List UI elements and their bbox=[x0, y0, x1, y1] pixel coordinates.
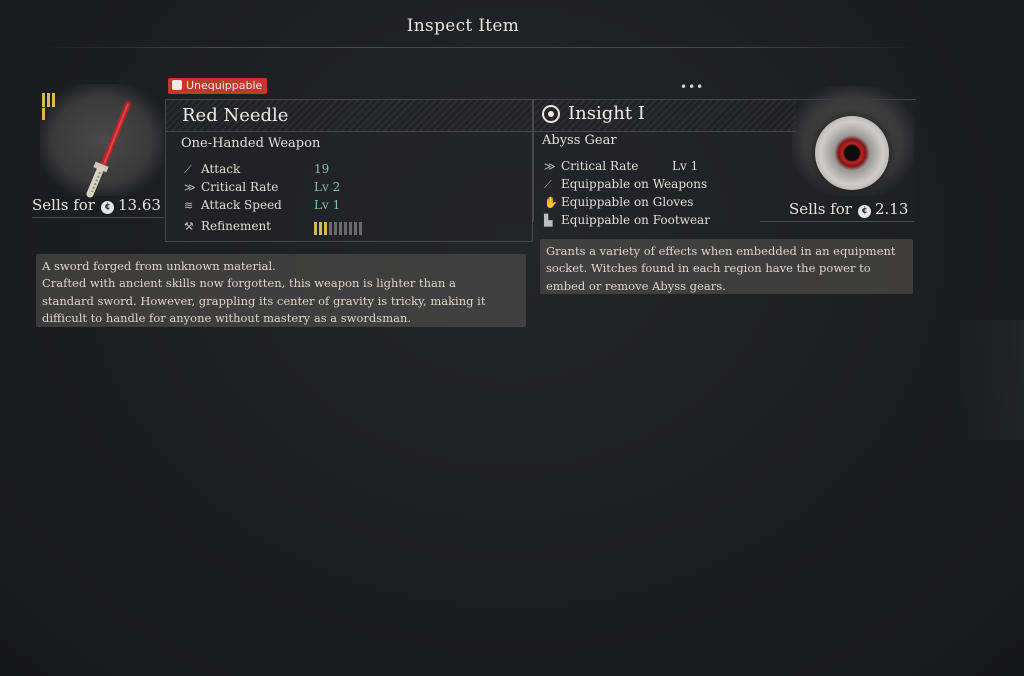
badge-label: Unequippable bbox=[186, 79, 263, 92]
refinement-segment bbox=[324, 222, 327, 235]
sells-value: 13.63 bbox=[117, 196, 161, 214]
sells-value: 2.13 bbox=[874, 200, 909, 218]
description-line: Grants a variety of effects when embedde… bbox=[546, 244, 896, 258]
gloves-icon: ✋ bbox=[544, 196, 558, 209]
red-needle-description: A sword forged from unknown material. Cr… bbox=[36, 254, 526, 327]
panel-header: Red Needle bbox=[166, 100, 532, 132]
stat-footwear: ▙ Equippable on Footwear bbox=[544, 212, 710, 228]
item-type: One-Handed Weapon bbox=[181, 136, 321, 151]
description-line: embed or remove Abyss gears. bbox=[546, 278, 726, 293]
description-line: standard sword. However, grappling its c… bbox=[42, 293, 486, 308]
refinement-segment bbox=[334, 222, 337, 235]
stat-value: Lv 1 bbox=[672, 159, 699, 173]
sells-divider-right bbox=[760, 221, 914, 222]
abyss-gear-icon bbox=[542, 105, 560, 123]
refinement-segment bbox=[349, 222, 352, 235]
title-divider bbox=[40, 47, 920, 48]
pager-dots[interactable]: ••• bbox=[680, 80, 704, 94]
sells-label: Sells for bbox=[32, 196, 95, 214]
sword-image bbox=[86, 101, 131, 198]
sells-divider-left bbox=[32, 217, 164, 218]
unequippable-badge: Unequippable bbox=[168, 78, 268, 94]
stat-critical-rate: ≫ Critical Rate bbox=[544, 158, 638, 174]
insight-description: Grants a variety of effects when embedde… bbox=[540, 239, 913, 294]
attack-speed-icon: ≋ bbox=[184, 199, 194, 212]
stat-label: Critical Rate bbox=[561, 159, 639, 173]
refinement-segment bbox=[344, 222, 347, 235]
refinement-bar bbox=[314, 220, 364, 239]
stat-value: Lv 2 bbox=[314, 180, 341, 194]
footwear-icon: ▙ bbox=[544, 214, 553, 227]
stat-refinement: ⚒ Refinement bbox=[184, 218, 271, 234]
stat-gloves: ✋ Equippable on Gloves bbox=[544, 194, 693, 210]
stat-label: Equippable on Footwear bbox=[561, 213, 710, 227]
sells-for-right: Sells for ¢ 2.13 bbox=[789, 200, 908, 218]
refinement-segment bbox=[319, 222, 322, 235]
red-needle-panel: Red Needle One-Handed Weapon ⟋ Attack 19 … bbox=[165, 99, 533, 242]
description-line: difficult to handle for anyone without m… bbox=[42, 310, 412, 325]
coin-icon: ¢ bbox=[100, 201, 114, 214]
sells-for-left: Sells for ¢ 13.63 bbox=[32, 196, 161, 214]
refinement-segment bbox=[339, 222, 342, 235]
stat-label: Attack Speed bbox=[201, 198, 282, 212]
abyss-orb-image bbox=[815, 116, 889, 190]
stat-label: Refinement bbox=[201, 219, 272, 233]
refinement-segment bbox=[329, 222, 332, 235]
rarity-indicator bbox=[42, 92, 57, 120]
sells-label: Sells for bbox=[789, 200, 852, 218]
refinement-segment bbox=[314, 222, 317, 235]
stat-label: Attack bbox=[201, 162, 241, 176]
background-fade bbox=[954, 320, 1024, 440]
critical-rate-icon: ≫ bbox=[544, 160, 556, 173]
refinement-segment bbox=[354, 222, 357, 235]
description-line: Crafted with ancient skills now forgotte… bbox=[42, 276, 456, 291]
weapons-icon: ⟋ bbox=[544, 178, 552, 191]
stat-label: Equippable on Gloves bbox=[561, 195, 694, 209]
stat-attack-speed: ≋ Attack Speed bbox=[184, 197, 282, 213]
description-line: A sword forged from unknown material. bbox=[42, 259, 276, 273]
stat-label: Equippable on Weapons bbox=[561, 177, 708, 191]
refinement-icon: ⚒ bbox=[184, 220, 194, 233]
stat-attack: ⟋ Attack bbox=[184, 161, 240, 177]
item-name: Red Needle bbox=[182, 105, 289, 126]
stat-critical-rate: ≫ Critical Rate bbox=[184, 179, 278, 195]
item-name: Insight I bbox=[568, 103, 645, 124]
refinement-segment bbox=[359, 222, 362, 235]
stat-value: Lv 1 bbox=[314, 198, 341, 212]
attack-icon: ⟋ bbox=[184, 163, 192, 176]
coin-icon: ¢ bbox=[857, 205, 871, 218]
stat-weapons: ⟋ Equippable on Weapons bbox=[544, 176, 707, 192]
stat-label: Critical Rate bbox=[201, 180, 279, 194]
item-type: Abyss Gear bbox=[542, 133, 617, 148]
description-line: socket. Witches found in each region hav… bbox=[546, 261, 871, 276]
window-title: Inspect Item bbox=[406, 16, 520, 36]
panel-header: Insight I bbox=[534, 100, 796, 132]
warning-icon bbox=[172, 80, 182, 90]
critical-rate-icon: ≫ bbox=[184, 181, 196, 194]
stat-value: 19 bbox=[314, 162, 330, 176]
